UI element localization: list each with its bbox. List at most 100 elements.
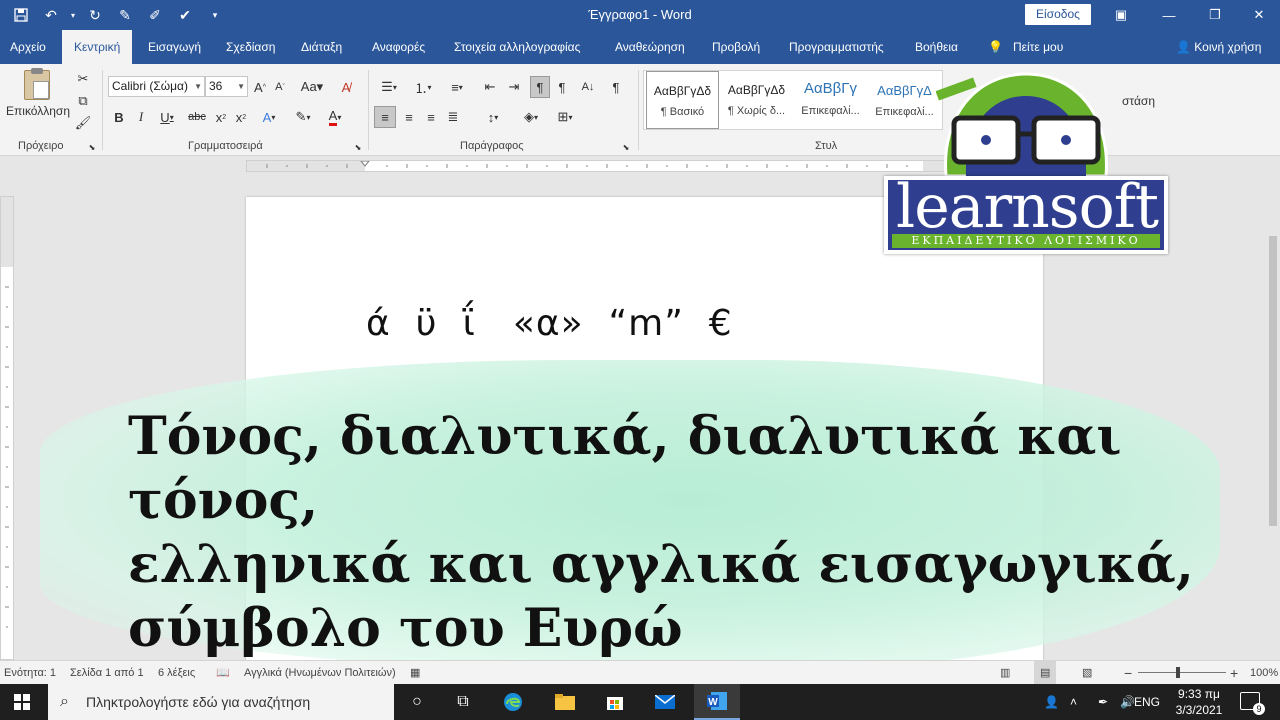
zoom-out-icon[interactable]: − [1124, 661, 1132, 685]
zoom-slider-thumb[interactable] [1176, 667, 1180, 678]
minimize-icon[interactable]: — [1146, 0, 1192, 30]
clipboard-launcher-icon[interactable]: ⬊ [86, 140, 98, 154]
customize-qat-icon[interactable]: ▾ [202, 2, 228, 28]
borders-icon[interactable]: ⊞ ▾ [550, 106, 580, 128]
people-icon[interactable]: 👤 [1044, 684, 1059, 720]
numbering-icon[interactable]: ⒈ ▾ [408, 76, 438, 98]
windows-start-icon[interactable] [0, 684, 44, 720]
copy-icon[interactable]: ⧉ [74, 90, 92, 112]
subscript-icon[interactable]: x2 [212, 106, 230, 128]
tab-layout[interactable]: Διάταξη [299, 30, 344, 64]
tab-design[interactable]: Σχεδίαση [224, 30, 277, 64]
underline-icon[interactable]: U ▾ [154, 106, 180, 128]
clear-formatting-icon[interactable]: A̸ [336, 76, 356, 98]
zoom-level[interactable]: 100% [1250, 661, 1278, 685]
web-layout-icon[interactable]: ▧ [1082, 661, 1092, 685]
font-size-combo[interactable]: 36 ▼ [205, 76, 248, 97]
multilevel-list-icon[interactable]: ≡ ▾ [442, 76, 472, 98]
word-taskbar-icon[interactable]: W [694, 684, 740, 720]
pen-icon[interactable]: ✒ [1098, 684, 1108, 720]
document-symbols-line[interactable]: ά ϋ ΐ «α» “m” € [366, 303, 733, 344]
undo-icon[interactable]: ↶ [38, 2, 64, 28]
align-center-icon[interactable]: ≡ [398, 106, 420, 128]
read-mode-icon[interactable]: ▥ [1000, 661, 1010, 685]
task-view-icon[interactable]: ⧉ [440, 684, 486, 720]
tab-home[interactable]: Κεντρική [62, 30, 133, 64]
tab-file[interactable]: Αρχείο [8, 30, 48, 64]
status-words[interactable]: 6 λέξεις [158, 661, 195, 685]
edge-icon[interactable] [490, 684, 536, 720]
tray-chevron-icon[interactable]: ˄ [1070, 684, 1077, 720]
file-explorer-icon[interactable] [542, 684, 588, 720]
paragraph-launcher-icon[interactable]: ⬊ [620, 140, 632, 154]
pin-icon[interactable]: ✎ [112, 2, 138, 28]
zoom-in-icon[interactable]: + [1230, 661, 1238, 685]
redo-icon[interactable]: ↻ [82, 2, 108, 28]
shading-icon[interactable]: ◈ ▾ [516, 106, 546, 128]
tell-me-search[interactable]: Πείτε μου [1011, 30, 1065, 64]
change-case-icon[interactable]: Aa▾ [298, 76, 326, 98]
strikethrough-icon[interactable]: abc [186, 106, 208, 128]
style-heading-1[interactable]: ΑαΒβΓγ Επικεφαλί... [794, 71, 867, 129]
line-spacing-icon[interactable]: ↕ ▾ [478, 106, 508, 128]
highlight-icon[interactable]: ✎ ▾ [290, 106, 316, 128]
share-button[interactable]: 👤 Κοινή χρήση [1176, 30, 1261, 64]
clock[interactable]: 9:33 πμ 3/3/2021 [1170, 686, 1228, 718]
tab-help[interactable]: Βοήθεια [913, 30, 960, 64]
italic-icon[interactable]: I [132, 106, 150, 128]
cortana-icon[interactable]: ○ [394, 684, 440, 720]
taskbar-search-input[interactable]: ⌕ Πληκτρολογήστε εδώ για αναζήτηση [48, 684, 394, 720]
style-no-spacing[interactable]: ΑαΒβΓγΔδ ¶ Χωρίς δ... [720, 71, 793, 129]
sign-in-button[interactable]: Είσοδος [1025, 4, 1091, 25]
spelling-icon[interactable]: ✔ [172, 2, 198, 28]
status-page[interactable]: Σελίδα 1 από 1 [70, 661, 144, 685]
print-layout-icon[interactable]: ▤ [1034, 661, 1057, 685]
store-icon[interactable] [592, 684, 638, 720]
tab-review[interactable]: Αναθεώρηση [613, 30, 687, 64]
ltr-icon[interactable]: ¶ [530, 76, 550, 98]
notifications-icon[interactable]: 9 [1240, 692, 1265, 715]
decrease-indent-icon[interactable]: ⇤ [480, 76, 500, 98]
font-launcher-icon[interactable]: ⬊ [352, 140, 364, 154]
status-section[interactable]: Ενότητα: 1 [4, 661, 56, 685]
align-right-icon[interactable]: ≡ [420, 106, 442, 128]
save-icon[interactable] [8, 2, 34, 28]
close-icon[interactable]: ✕ [1236, 0, 1280, 30]
rtl-icon[interactable]: ¶ [552, 76, 572, 98]
format-painter-icon[interactable]: 🖌 [74, 112, 92, 134]
shrink-font-icon[interactable]: Aˇ [271, 76, 289, 98]
paste-button[interactable]: Επικόλληση [6, 68, 70, 124]
mail-icon[interactable] [642, 684, 688, 720]
font-name-combo[interactable]: Calibri (Σώμα) ▼ [108, 76, 205, 97]
scroll-thumb[interactable] [1269, 236, 1277, 526]
vertical-scrollbar[interactable] [1266, 156, 1280, 660]
proofing-icon[interactable]: 📖 [216, 661, 230, 685]
tab-insert[interactable]: Εισαγωγή [146, 30, 203, 64]
show-marks-icon[interactable]: ¶ [606, 76, 626, 98]
increase-indent-icon[interactable]: ⇥ [504, 76, 524, 98]
draw-icon[interactable]: ✐ [142, 2, 168, 28]
justify-icon[interactable]: ≣ [442, 106, 464, 128]
vertical-ruler[interactable] [0, 196, 14, 660]
input-language[interactable]: ENG [1132, 684, 1160, 720]
grow-font-icon[interactable]: A ^ [251, 76, 269, 98]
ribbon-display-icon[interactable]: ▣ [1098, 0, 1144, 30]
bullets-icon[interactable]: ☰ ▾ [374, 76, 404, 98]
sort-icon[interactable]: A↓ [578, 76, 598, 98]
font-color-icon[interactable]: A ▾ [322, 106, 348, 128]
undo-dropdown-icon[interactable]: ▾ [68, 2, 78, 28]
superscript-icon[interactable]: x2 [232, 106, 250, 128]
style-normal[interactable]: ΑαΒβΓγΔδ ¶ Βασικό [646, 71, 719, 129]
text-effects-icon[interactable]: A ▾ [258, 106, 280, 128]
cut-icon[interactable]: ✂ [74, 68, 92, 90]
macro-record-icon[interactable]: ▦ [410, 661, 420, 685]
tab-references[interactable]: Αναφορές [370, 30, 427, 64]
bold-icon[interactable]: B [110, 106, 128, 128]
status-language[interactable]: Αγγλικά (Ηνωμένων Πολιτειών) [244, 661, 396, 685]
maximize-icon[interactable]: ❐ [1192, 0, 1238, 30]
align-left-icon[interactable]: ≡ [374, 106, 396, 128]
zoom-slider[interactable] [1138, 661, 1226, 685]
tab-developer[interactable]: Προγραμματιστής [787, 30, 886, 64]
tab-view[interactable]: Προβολή [710, 30, 762, 64]
tab-mailings[interactable]: Στοιχεία αλληλογραφίας [452, 30, 582, 64]
